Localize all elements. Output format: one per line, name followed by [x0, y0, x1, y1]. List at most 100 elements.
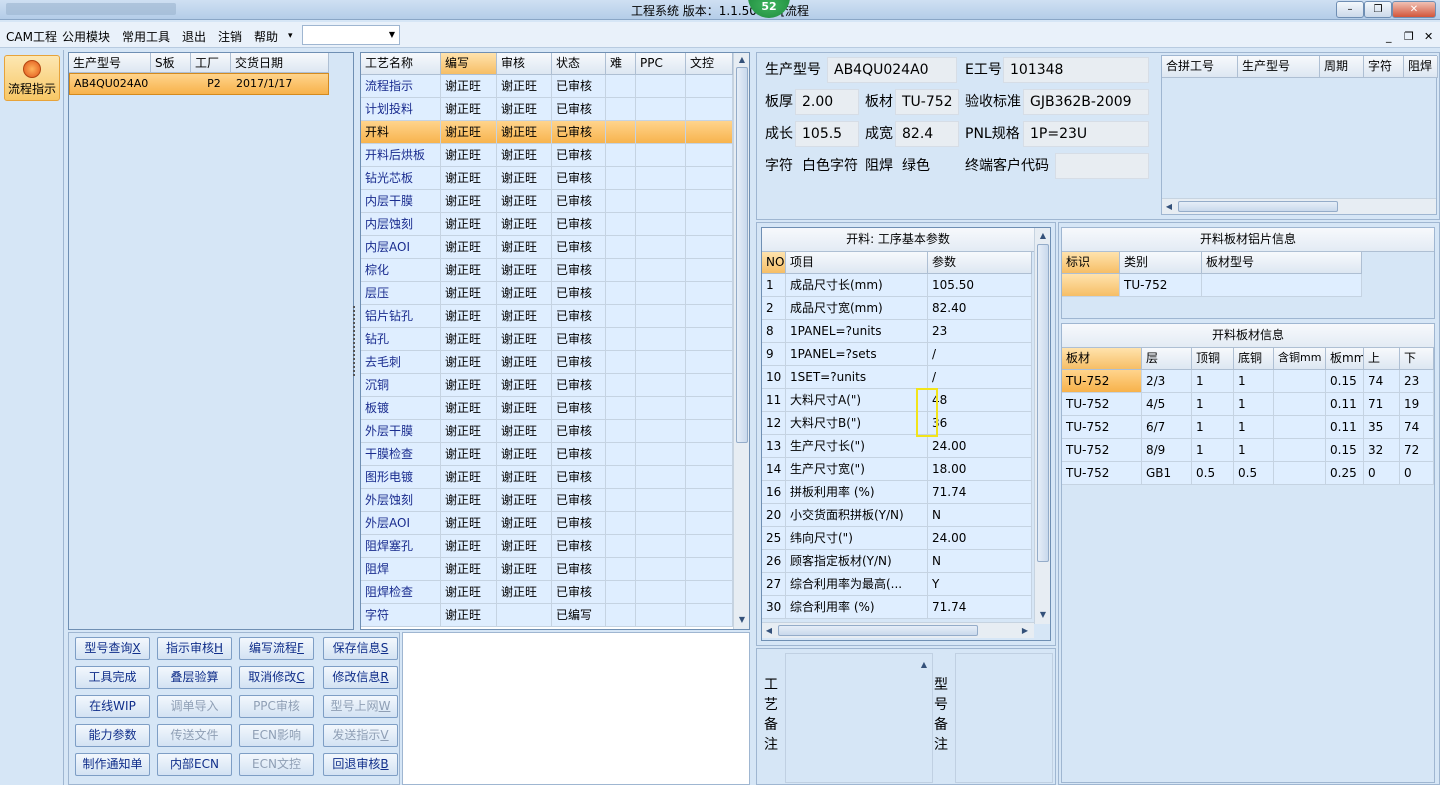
action-button[interactable]: PPC审核 — [239, 695, 314, 718]
merge-col-job[interactable]: 合拼工号 — [1162, 56, 1238, 78]
boards-row[interactable]: TU-752 2/3 1 1 0.15 74 23 — [1062, 370, 1434, 393]
scroll-left-icon[interactable]: ◀ — [1164, 202, 1174, 211]
orders-col-sboard[interactable]: S板 — [151, 53, 191, 73]
menu-logout[interactable]: 注销 — [218, 28, 242, 45]
params-row[interactable]: 2 成品尺寸宽(mm) 82.40 — [762, 297, 1032, 320]
action-button[interactable]: 回退审核B — [323, 753, 398, 776]
action-button[interactable]: 传送文件 — [157, 724, 232, 747]
flow-row[interactable]: 开料 谢正旺 谢正旺 已审核 — [361, 121, 733, 144]
boards-col[interactable]: 顶铜 — [1192, 348, 1234, 370]
action-button[interactable]: 取消修改C — [239, 666, 314, 689]
action-button[interactable]: 调单导入 — [157, 695, 232, 718]
action-button[interactable]: 编写流程F — [239, 637, 314, 660]
flow-row[interactable]: 内层蚀刻 谢正旺 谢正旺 已审核 — [361, 213, 733, 236]
splitter-handle[interactable] — [353, 306, 358, 376]
flow-row[interactable]: 去毛刺 谢正旺 谢正旺 已审核 — [361, 351, 733, 374]
scroll-up-icon[interactable]: ▲ — [734, 55, 750, 64]
mdi-close-icon[interactable]: ✕ — [1424, 30, 1433, 43]
flow-scrollbar[interactable]: ▲ ▼ — [733, 53, 749, 629]
restore-button[interactable]: ❐ — [1364, 1, 1392, 18]
params-col-no[interactable]: NO — [762, 252, 786, 274]
flow-col-status[interactable]: 状态 — [552, 53, 606, 75]
flow-row[interactable]: 铝片钻孔 谢正旺 谢正旺 已审核 — [361, 305, 733, 328]
flow-row[interactable]: 计划投料 谢正旺 谢正旺 已审核 — [361, 98, 733, 121]
action-button[interactable]: 型号查询X — [75, 637, 150, 660]
merge-col-char[interactable]: 字符 — [1364, 56, 1404, 78]
flow-row[interactable]: 外层AOI 谢正旺 谢正旺 已审核 — [361, 512, 733, 535]
action-button[interactable]: 指示审核H — [157, 637, 232, 660]
boards-col[interactable]: 上 — [1364, 348, 1400, 370]
char-field[interactable]: 白色字符 — [795, 153, 859, 179]
action-button[interactable]: 发送指示V — [323, 724, 398, 747]
scroll-left-icon[interactable]: ◀ — [764, 626, 774, 635]
flow-indicator-nav-button[interactable]: 流程指示 — [4, 55, 60, 101]
minimize-button[interactable]: – — [1336, 1, 1364, 18]
params-row[interactable]: 14 生产尺寸宽(") 18.00 — [762, 458, 1032, 481]
action-button[interactable]: 保存信息S — [323, 637, 398, 660]
orders-col-delivery[interactable]: 交货日期 — [231, 53, 329, 73]
params-row[interactable]: 26 顾客指定板材(Y/N) N — [762, 550, 1032, 573]
menu-tools[interactable]: 常用工具 — [122, 28, 170, 45]
params-row[interactable]: 1 成品尺寸长(mm) 105.50 — [762, 274, 1032, 297]
flow-col-process[interactable]: 工艺名称 — [361, 53, 441, 75]
boards-row[interactable]: TU-752 8/9 1 1 0.15 32 72 — [1062, 439, 1434, 462]
merge-col-period[interactable]: 周期 — [1320, 56, 1364, 78]
flow-row[interactable]: 沉铜 谢正旺 谢正旺 已审核 — [361, 374, 733, 397]
params-row[interactable]: 10 1SET=?units / — [762, 366, 1032, 389]
params-row[interactable]: 12 大料尺寸B(") 36 — [762, 412, 1032, 435]
action-button[interactable]: 内部ECN — [157, 753, 232, 776]
flow-row[interactable]: 流程指示 谢正旺 谢正旺 已审核 — [361, 75, 733, 98]
boards-col[interactable]: 板mm — [1326, 348, 1364, 370]
orders-col-model[interactable]: 生产型号 — [69, 53, 151, 73]
boards-row[interactable]: TU-752 6/7 1 1 0.11 35 74 — [1062, 416, 1434, 439]
params-hscroll-thumb[interactable] — [778, 625, 978, 636]
action-button[interactable]: 工具完成 — [75, 666, 150, 689]
scroll-up-icon[interactable]: ▲ — [1035, 231, 1051, 240]
flow-row[interactable]: 阻焊检查 谢正旺 谢正旺 已审核 — [361, 581, 733, 604]
menu-cam[interactable]: CAM工程 — [6, 28, 57, 45]
thickness-field[interactable]: 2.00 — [795, 89, 859, 115]
menu-help[interactable]: 帮助 — [254, 28, 278, 45]
params-row[interactable]: 16 拼板利用率 (%) 71.74 — [762, 481, 1032, 504]
action-button[interactable]: 制作通知单 — [75, 753, 150, 776]
alu-col-material[interactable]: 板材型号 — [1202, 252, 1362, 274]
flow-col-author[interactable]: 编写 — [441, 53, 497, 75]
action-button[interactable]: 修改信息R — [323, 666, 398, 689]
flow-row[interactable]: 钻孔 谢正旺 谢正旺 已审核 — [361, 328, 733, 351]
boards-col[interactable]: 底铜 — [1234, 348, 1274, 370]
scroll-up-icon[interactable]: ▲ — [918, 660, 930, 669]
flow-row[interactable]: 图形电镀 谢正旺 谢正旺 已审核 — [361, 466, 733, 489]
alu-col-category[interactable]: 类别 — [1120, 252, 1202, 274]
flow-row[interactable]: 外层蚀刻 谢正旺 谢正旺 已审核 — [361, 489, 733, 512]
flow-row[interactable]: 内层干膜 谢正旺 谢正旺 已审核 — [361, 190, 733, 213]
alu-row[interactable]: TU-752 — [1062, 274, 1362, 297]
mask-field[interactable]: 绿色 — [895, 153, 959, 179]
close-button[interactable]: ✕ — [1392, 1, 1436, 18]
action-button[interactable]: 能力参数 — [75, 724, 150, 747]
model-field[interactable]: AB4QU024A0 — [827, 57, 957, 83]
merge-col-model[interactable]: 生产型号 — [1238, 56, 1320, 78]
boards-row[interactable]: TU-752 4/5 1 1 0.11 71 19 — [1062, 393, 1434, 416]
flow-row[interactable]: 内层AOI 谢正旺 谢正旺 已审核 — [361, 236, 733, 259]
action-button[interactable]: ECN文控 — [239, 753, 314, 776]
menu-public-modules[interactable]: 公用模块 — [62, 28, 110, 45]
params-row[interactable]: 25 纬向尺寸(") 24.00 — [762, 527, 1032, 550]
boards-col[interactable]: 下 — [1400, 348, 1434, 370]
flow-row[interactable]: 干膜检查 谢正旺 谢正旺 已审核 — [361, 443, 733, 466]
boards-row[interactable]: TU-752 GB1 0.5 0.5 0.25 0 0 — [1062, 462, 1434, 485]
action-button[interactable]: 在线WIP — [75, 695, 150, 718]
boards-col[interactable]: 板材 — [1062, 348, 1142, 370]
pnl-field[interactable]: 1P=23U — [1023, 121, 1149, 147]
flow-col-ppc[interactable]: PPC — [636, 53, 686, 75]
params-row[interactable]: 8 1PANEL=?units 23 — [762, 320, 1032, 343]
flow-scroll-thumb[interactable] — [736, 67, 748, 443]
flow-col-reviewer[interactable]: 审核 — [497, 53, 552, 75]
params-col-value[interactable]: 参数 — [928, 252, 1032, 274]
mdi-minimize-icon[interactable]: _ — [1386, 30, 1392, 43]
mdi-restore-icon[interactable]: ❐ — [1404, 30, 1414, 43]
action-button[interactable]: ECN影响 — [239, 724, 314, 747]
params-hscrollbar[interactable]: ◀ ▶ — [762, 622, 1034, 638]
merge-col-mask[interactable]: 阻焊 — [1404, 56, 1438, 78]
flow-row[interactable]: 阻焊 谢正旺 谢正旺 已审核 — [361, 558, 733, 581]
flow-row[interactable]: 字符 谢正旺 已编写 — [361, 604, 733, 627]
